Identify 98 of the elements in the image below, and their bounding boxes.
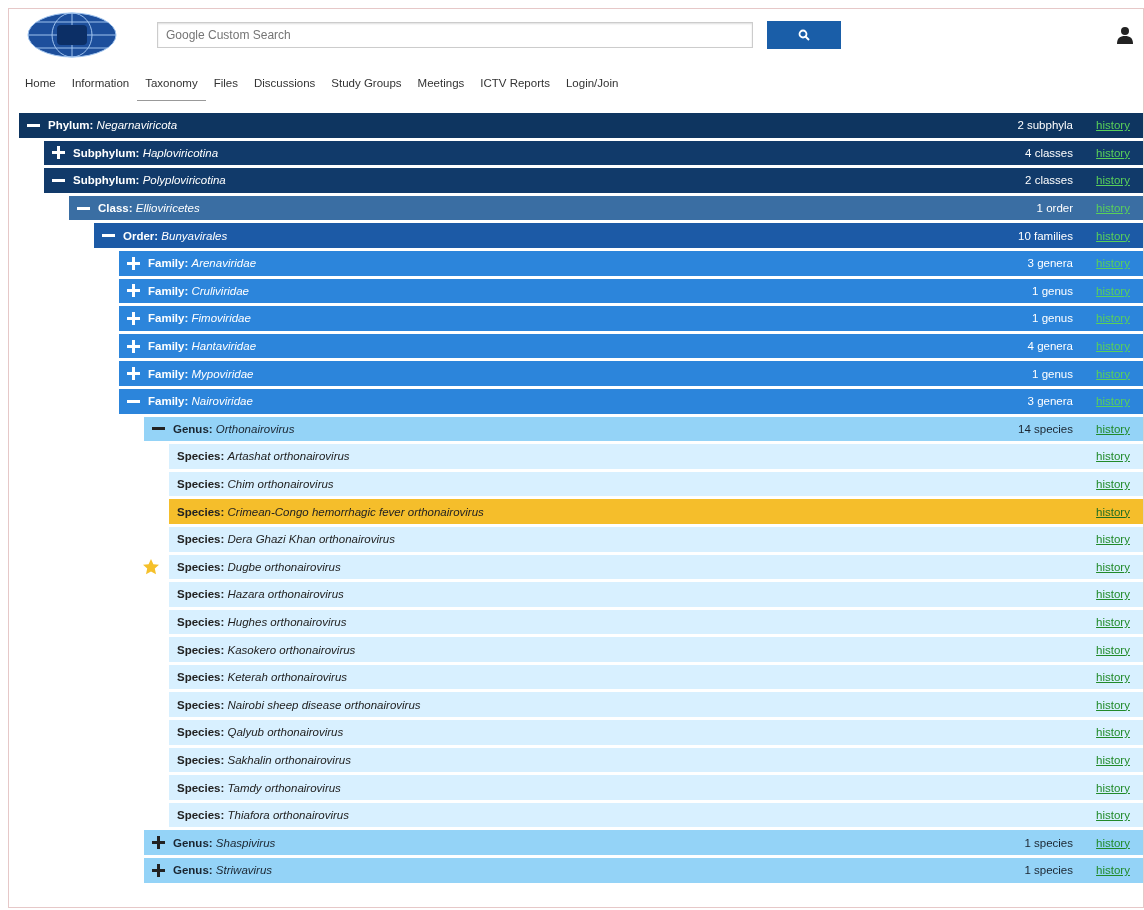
taxon-label: Species: Dugbe orthonairovirus	[177, 560, 341, 573]
taxon-label: Family: Mypoviridae	[148, 367, 254, 380]
history-link[interactable]: history	[1083, 450, 1143, 463]
history-link[interactable]: history	[1083, 809, 1143, 822]
taxon-row[interactable]: Order: Bunyavirales 10 families history	[94, 223, 1143, 248]
history-link[interactable]: history	[1083, 643, 1143, 656]
history-link[interactable]: history	[1083, 726, 1143, 739]
taxon-row[interactable]: Genus: Orthonairovirus 14 species history	[144, 416, 1143, 442]
history-link[interactable]: history	[1083, 146, 1143, 159]
child-count: 1 genus	[1031, 284, 1074, 297]
child-count: 10 families	[1017, 229, 1074, 242]
nav-tab[interactable]: Home	[17, 71, 64, 101]
child-count: 1 species	[1023, 836, 1074, 849]
history-link[interactable]: history	[1083, 616, 1143, 628]
taxon-label: Order: Bunyavirales	[123, 229, 228, 242]
taxon-row[interactable]: Phylum: Negarnaviricota 2 subphyla history	[19, 113, 1143, 138]
taxon-label: Genus: Orthonairovirus	[173, 422, 295, 435]
taxon-row[interactable]: Species: Artashat orthonairovirus history	[169, 444, 1143, 469]
nav-tab[interactable]: Login/Join	[557, 71, 627, 101]
child-count: 4 genera	[1026, 340, 1074, 353]
taxon-row[interactable]: Genus: Shaspivirus 1 species history	[144, 830, 1143, 856]
taxon-label: Family: Hantaviridae	[148, 340, 257, 353]
child-count: 1 genus	[1031, 312, 1074, 325]
history-link[interactable]: history	[1083, 588, 1143, 601]
nav-tab[interactable]: Study Groups	[323, 71, 410, 101]
taxon-label: Family: Fimoviridae	[148, 312, 251, 325]
child-count: 1 genus	[1031, 367, 1074, 380]
taxon-label: Species: Dera Ghazi Khan orthonairovirus	[177, 533, 395, 546]
child-count: 1 species	[1023, 864, 1074, 877]
taxon-label: Species: Crimean-Congo hemorrhagic fever orthonairovirus	[177, 505, 484, 518]
taxon-label: Genus: Striwavirus	[173, 864, 273, 877]
history-link[interactable]: history	[1083, 119, 1143, 132]
taxon-label: Species: Thiafora orthonairovirus	[177, 809, 349, 822]
globe-logo-icon[interactable]	[27, 12, 117, 58]
child-count: 3 genera	[1026, 395, 1074, 408]
taxon-row[interactable]: Species: Hughes orthonairovirus history	[169, 609, 1143, 635]
taxon-row[interactable]: Species: Dera Ghazi Khan orthonairovirus history	[169, 526, 1143, 552]
taxon-label: Family: Arenaviridae	[148, 257, 257, 270]
child-count: 3 genera	[1026, 257, 1074, 270]
history-link[interactable]: history	[1083, 174, 1143, 187]
taxon-row[interactable]: Species: Keterah orthonairovirus history	[169, 664, 1143, 690]
taxon-label: Species: Chim orthonairovirus	[177, 478, 334, 490]
history-link[interactable]: history	[1083, 505, 1143, 518]
taxon-label: Class: Ellioviricetes	[98, 202, 200, 215]
history-link[interactable]: history	[1083, 229, 1143, 242]
taxon-row[interactable]: Species: Sakhalin orthonairovirus history	[169, 747, 1143, 773]
taxon-label: Species: Qalyub orthonairovirus	[177, 726, 344, 739]
history-link[interactable]: history	[1083, 533, 1143, 546]
taxon-label: Species: Artashat orthonairovirus	[177, 450, 350, 463]
child-count: 2 subphyla	[1016, 119, 1074, 132]
history-link[interactable]: history	[1083, 698, 1143, 711]
history-link[interactable]: history	[1083, 671, 1143, 684]
search-field[interactable]: Google Custom Search	[157, 22, 753, 48]
expand-icon[interactable]	[152, 836, 165, 850]
taxon-row[interactable]: Subphylum: Polyploviricotina 2 classes history	[44, 168, 1143, 193]
taxon-label: Species: Tamdy orthonairovirus	[177, 781, 341, 794]
taxon-row[interactable]: Species: Chim orthonairovirus history	[169, 471, 1143, 497]
taxon-row[interactable]: Species: Tamdy orthonairovirus history	[169, 775, 1143, 800]
user-icon[interactable]	[1117, 26, 1133, 44]
taxon-row[interactable]: Species: Nairobi sheep disease orthonairovirus history	[169, 692, 1143, 718]
taxon-row[interactable]: Species: Qalyub orthonairovirus history	[169, 720, 1143, 745]
history-link[interactable]: history	[1083, 753, 1143, 766]
taxon-row[interactable]: Genus: Striwavirus 1 species history	[144, 858, 1143, 883]
taxon-row[interactable]: Subphylum: Haploviricotina 4 classes history	[44, 140, 1143, 166]
nav-tab[interactable]: ICTV Reports	[472, 71, 558, 101]
nav-tab[interactable]: Taxonomy	[137, 71, 206, 101]
taxon-row[interactable]: Species: Thiafora orthonairovirus history	[169, 802, 1143, 828]
history-link[interactable]: history	[1083, 781, 1143, 794]
taxon-label: Subphylum: Haploviricotina	[73, 146, 219, 159]
search-icon	[798, 29, 810, 41]
child-count: 4 classes	[1024, 146, 1074, 159]
child-count: 1 order	[1035, 202, 1074, 215]
child-count: 2 classes	[1024, 174, 1074, 187]
taxon-label: Family: Nairoviridae	[148, 395, 253, 408]
history-link[interactable]: history	[1083, 560, 1143, 573]
nav-tab[interactable]: Information	[63, 71, 138, 101]
history-link[interactable]: history	[1083, 478, 1143, 490]
taxon-label: Species: Nairobi sheep disease orthonairovirus	[177, 698, 421, 711]
nav-tab[interactable]: Meetings	[409, 71, 473, 101]
taxon-label: Family: Cruliviridae	[148, 284, 249, 297]
taxon-label: Species: Hazara orthonairovirus	[177, 588, 344, 601]
taxon-row[interactable]: Species: Crimean-Congo hemorrhagic fever orthonairovirus history	[169, 499, 1143, 524]
taxon-row[interactable]: Species: Hazara orthonairovirus history	[169, 582, 1143, 607]
taxon-label: Species: Sakhalin orthonairovirus	[177, 753, 351, 766]
search-button[interactable]	[767, 21, 841, 49]
nav-tab[interactable]: Files	[205, 71, 246, 101]
child-count: 14 species	[1017, 422, 1074, 435]
taxon-row[interactable]: Class: Ellioviricetes 1 order history	[69, 195, 1143, 221]
taxon-label: Genus: Shaspivirus	[173, 836, 276, 849]
taxon-row[interactable]: Species: Dugbe orthonairovirus history	[169, 554, 1143, 580]
nav-tab[interactable]: Discussions	[245, 71, 324, 101]
taxon-label: Subphylum: Polyploviricotina	[73, 174, 226, 187]
taxon-label: Phylum: Negarnaviricota	[48, 119, 178, 132]
taxon-label: Species: Keterah orthonairovirus	[177, 671, 348, 684]
expand-icon[interactable]	[152, 863, 165, 877]
taxon-row[interactable]: Species: Kasokero orthonairovirus history	[169, 637, 1143, 662]
taxon-label: Species: Kasokero orthonairovirus	[177, 643, 356, 656]
taxon-label: Species: Hughes orthonairovirus	[177, 616, 347, 628]
